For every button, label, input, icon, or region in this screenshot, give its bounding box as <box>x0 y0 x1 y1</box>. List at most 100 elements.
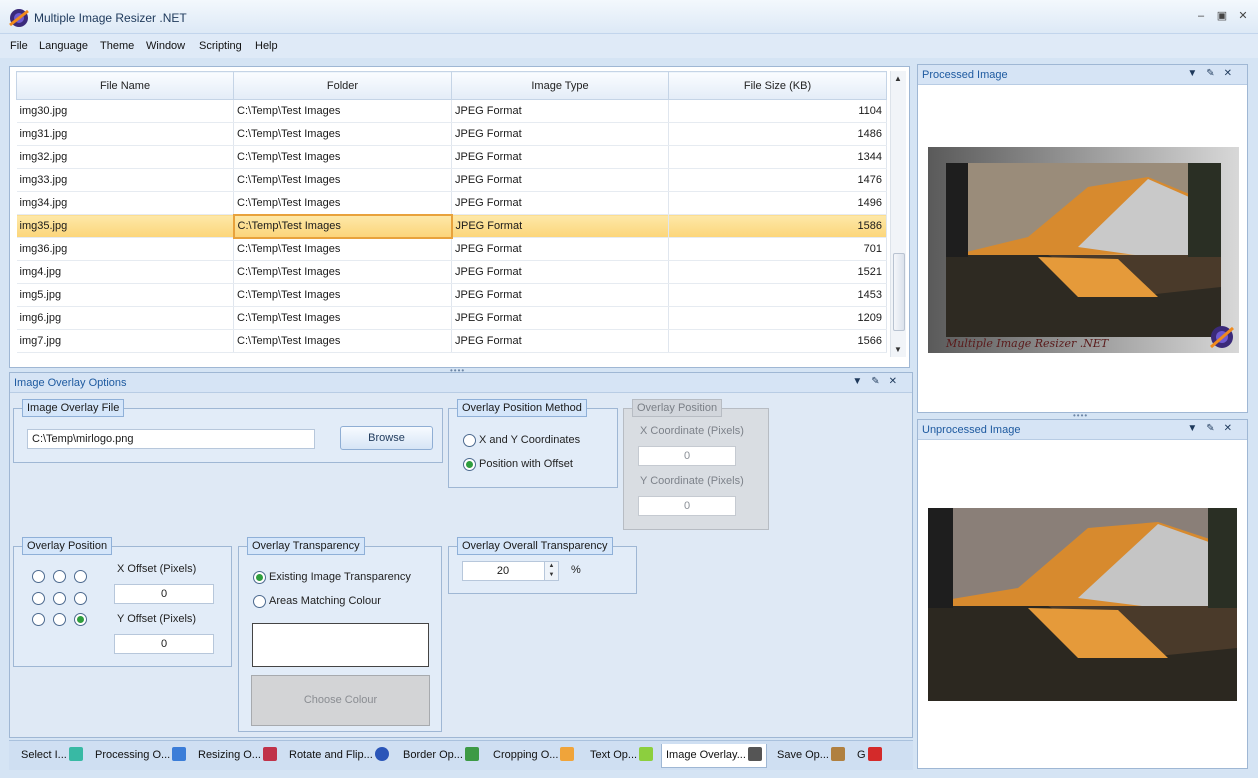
column-header-image-type[interactable]: Image Type <box>451 71 669 100</box>
file-name-cell[interactable]: img32.jpg <box>16 145 234 169</box>
panel-close-icon[interactable]: ✕ <box>889 376 906 387</box>
dropdown-icon[interactable]: ▼ <box>852 376 871 387</box>
table-row[interactable]: img33.jpg C:\Temp\Test Images JPEG Format 1… <box>16 168 887 192</box>
menu-theme[interactable]: Theme <box>100 40 134 52</box>
folder-cell[interactable]: C:\Temp\Test Images <box>233 260 452 284</box>
tab-save-options[interactable]: Save Op... <box>777 744 845 768</box>
anchor-middle-left[interactable] <box>32 592 45 605</box>
radio-position-offset[interactable] <box>463 458 476 471</box>
choose-colour-button[interactable]: Choose Colour <box>251 675 430 726</box>
unprocessed-dropdown-icon[interactable]: ▼ <box>1187 423 1206 434</box>
unprocessed-close-icon[interactable]: ✕ <box>1224 423 1241 434</box>
image-type-cell[interactable]: JPEG Format <box>451 122 669 146</box>
anchor-top-center[interactable] <box>53 570 66 583</box>
menu-language[interactable]: Language <box>39 40 88 52</box>
file-name-cell[interactable]: img35.jpg <box>16 214 234 238</box>
file-size-cell[interactable]: 1209 <box>668 306 887 330</box>
file-size-cell[interactable]: 1344 <box>668 145 887 169</box>
minimize-icon[interactable]: – <box>1192 8 1210 24</box>
image-type-cell[interactable]: JPEG Format <box>451 260 669 284</box>
file-size-cell[interactable]: 1586 <box>668 214 887 238</box>
processed-close-icon[interactable]: ✕ <box>1224 68 1241 79</box>
x-coordinate-field[interactable]: 0 <box>638 446 736 466</box>
file-size-cell[interactable]: 1566 <box>668 329 887 353</box>
folder-cell[interactable]: C:\Temp\Test Images <box>232 213 453 239</box>
tab-border-options[interactable]: Border Op... <box>403 744 479 768</box>
anchor-top-left[interactable] <box>32 570 45 583</box>
menu-file[interactable]: File <box>10 40 28 52</box>
file-name-cell[interactable]: img33.jpg <box>16 168 234 192</box>
column-header-folder[interactable]: Folder <box>233 71 452 100</box>
tab-text-options[interactable]: Text Op... <box>590 744 654 768</box>
folder-cell[interactable]: C:\Temp\Test Images <box>233 329 452 353</box>
file-name-cell[interactable]: img6.jpg <box>16 306 234 330</box>
file-size-cell[interactable]: 1521 <box>668 260 887 284</box>
anchor-top-right[interactable] <box>74 570 87 583</box>
image-type-cell[interactable]: JPEG Format <box>451 99 669 123</box>
file-size-cell[interactable]: 1453 <box>668 283 887 307</box>
file-name-cell[interactable]: img31.jpg <box>16 122 234 146</box>
table-row[interactable]: img6.jpg C:\Temp\Test Images JPEG Format 12… <box>16 306 887 330</box>
file-name-cell[interactable]: img4.jpg <box>16 260 234 284</box>
file-name-cell[interactable]: img7.jpg <box>16 329 234 353</box>
maximize-icon[interactable]: ▣ <box>1213 8 1231 24</box>
overlay-file-path-field[interactable]: C:\Temp\mirlogo.png <box>27 429 315 449</box>
scroll-thumb[interactable] <box>893 253 905 331</box>
anchor-bottom-center[interactable] <box>53 613 66 626</box>
folder-cell[interactable]: C:\Temp\Test Images <box>233 283 452 307</box>
table-row[interactable]: img31.jpg C:\Temp\Test Images JPEG Format 1… <box>16 122 887 146</box>
radio-xy-coordinates[interactable] <box>463 434 476 447</box>
file-name-cell[interactable]: img30.jpg <box>16 99 234 123</box>
anchor-middle-right[interactable] <box>74 592 87 605</box>
menu-help[interactable]: Help <box>255 40 278 52</box>
file-name-cell[interactable]: img36.jpg <box>16 237 234 261</box>
table-row[interactable]: img7.jpg C:\Temp\Test Images JPEG Format 15… <box>16 329 887 353</box>
table-row[interactable]: img5.jpg C:\Temp\Test Images JPEG Format 14… <box>16 283 887 307</box>
folder-cell[interactable]: C:\Temp\Test Images <box>233 99 452 123</box>
tab-g[interactable]: G <box>857 744 882 768</box>
folder-cell[interactable]: C:\Temp\Test Images <box>233 191 452 215</box>
table-row[interactable]: img34.jpg C:\Temp\Test Images JPEG Format 1… <box>16 191 887 215</box>
tab-image-overlay[interactable]: Image Overlay... <box>661 744 767 768</box>
transparency-spinner[interactable]: 20 ▲ ▼ <box>462 561 559 581</box>
image-type-cell[interactable]: JPEG Format <box>451 306 669 330</box>
tab-rotate-flip[interactable]: Rotate and Flip... <box>289 744 389 768</box>
image-type-cell[interactable]: JPEG Format <box>451 283 669 307</box>
folder-cell[interactable]: C:\Temp\Test Images <box>233 122 452 146</box>
close-icon[interactable]: ✕ <box>1234 8 1252 24</box>
spinner-arrows-icon[interactable]: ▲ ▼ <box>544 562 558 580</box>
column-header-file-size[interactable]: File Size (KB) <box>668 71 887 100</box>
x-offset-field[interactable]: 0 <box>114 584 214 604</box>
processed-dropdown-icon[interactable]: ▼ <box>1187 68 1206 79</box>
column-header-file-name[interactable]: File Name <box>16 71 234 100</box>
folder-cell[interactable]: C:\Temp\Test Images <box>233 237 452 261</box>
folder-cell[interactable]: C:\Temp\Test Images <box>233 168 452 192</box>
image-type-cell[interactable]: JPEG Format <box>451 168 669 192</box>
menu-scripting[interactable]: Scripting <box>199 40 242 52</box>
scroll-down-icon[interactable]: ▼ <box>894 345 902 354</box>
file-size-cell[interactable]: 1476 <box>668 168 887 192</box>
image-type-cell[interactable]: JPEG Format <box>451 214 669 238</box>
tab-cropping-options[interactable]: Cropping O... <box>493 744 575 768</box>
grid-scrollbar[interactable]: ▲ ▼ <box>890 71 906 357</box>
pin-icon[interactable]: ✎ <box>871 376 888 387</box>
table-row[interactable]: img32.jpg C:\Temp\Test Images JPEG Format 1… <box>16 145 887 169</box>
file-size-cell[interactable]: 1496 <box>668 191 887 215</box>
anchor-middle-center[interactable] <box>53 592 66 605</box>
tab-select-images[interactable]: Select I... <box>21 744 83 768</box>
radio-existing-transparency[interactable] <box>253 571 266 584</box>
table-row[interactable]: img36.jpg C:\Temp\Test Images JPEG Format 7… <box>16 237 887 261</box>
anchor-bottom-right[interactable] <box>74 613 87 626</box>
file-name-cell[interactable]: img34.jpg <box>16 191 234 215</box>
table-row[interactable]: img35.jpg C:\Temp\Test Images JPEG Format 1… <box>16 213 887 239</box>
scroll-up-icon[interactable]: ▲ <box>894 74 902 83</box>
folder-cell[interactable]: C:\Temp\Test Images <box>233 306 452 330</box>
unprocessed-pin-icon[interactable]: ✎ <box>1206 423 1223 434</box>
tab-processing-options[interactable]: Processing O... <box>95 744 187 768</box>
y-coordinate-field[interactable]: 0 <box>638 496 736 516</box>
y-offset-field[interactable]: 0 <box>114 634 214 654</box>
table-row[interactable]: img4.jpg C:\Temp\Test Images JPEG Format 15… <box>16 260 887 284</box>
image-type-cell[interactable]: JPEG Format <box>451 237 669 261</box>
image-type-cell[interactable]: JPEG Format <box>451 145 669 169</box>
image-type-cell[interactable]: JPEG Format <box>451 329 669 353</box>
